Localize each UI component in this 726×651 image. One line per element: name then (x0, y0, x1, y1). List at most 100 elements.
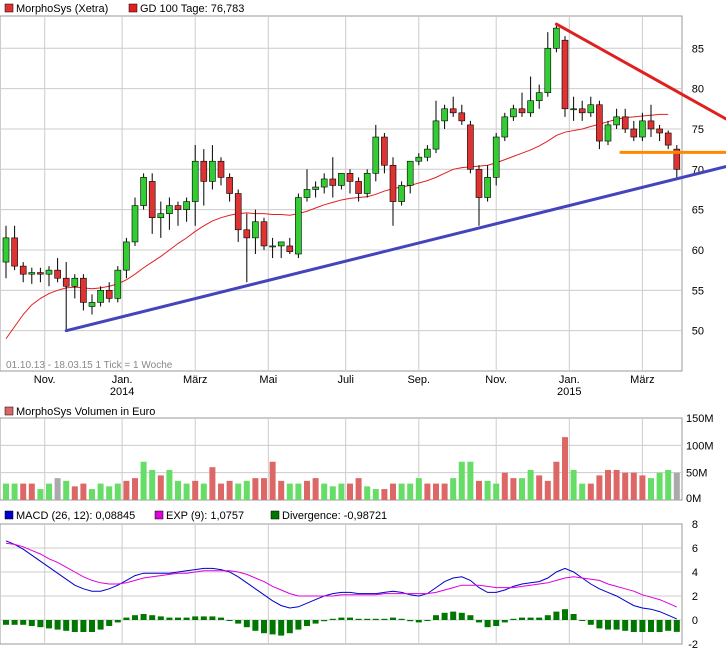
macd-y-tick-label: 8 (692, 519, 698, 531)
divergence-bar (149, 615, 156, 620)
price-x-tick-label: März (183, 374, 207, 386)
volume-bar (381, 489, 388, 500)
divergence-bar (200, 616, 207, 620)
candle-up (441, 108, 448, 122)
divergence-bar (89, 620, 95, 632)
divergence-bar (415, 620, 422, 623)
divergence-bar (639, 620, 646, 632)
candle-down (449, 108, 457, 114)
volume-bar (587, 483, 594, 500)
price-x-tick-label: Nov. (34, 374, 56, 386)
divergence-bar (579, 620, 586, 621)
legend-label-volume: MorphoSys Volumen in Euro (16, 406, 155, 418)
candle-down (19, 265, 27, 275)
candle-up (604, 124, 612, 142)
candle-up (88, 302, 96, 307)
candle-up (28, 272, 36, 275)
candle-up (510, 108, 517, 118)
divergence-bar (665, 620, 672, 631)
divergence-bar (37, 620, 44, 628)
legend-swatch-divergence (270, 510, 280, 520)
volume-plot-area: 0M 50M 100M 150M (0, 413, 714, 505)
divergence-bar (338, 617, 345, 620)
volume-bar (424, 483, 431, 500)
price-x-tick-label: Jan. (559, 374, 580, 386)
volume-bar (415, 478, 422, 500)
divergence-bar (596, 620, 603, 629)
candle-up (183, 201, 190, 210)
candle-down (62, 277, 70, 287)
candle-up (320, 178, 328, 188)
volume-bar (252, 478, 259, 500)
volume-bar (527, 469, 534, 500)
volume-bar (673, 472, 680, 500)
divergence-bar (570, 614, 577, 620)
price-x-tick-label: Juli (337, 374, 354, 386)
candle-up (406, 160, 414, 186)
candle-down (37, 272, 44, 275)
candle-down (226, 177, 233, 194)
volume-bar (433, 483, 439, 500)
price-y-tick-label: 80 (692, 84, 704, 96)
candle-down (578, 108, 586, 114)
divergence-bar (501, 620, 508, 623)
candle-up (209, 160, 216, 182)
price-legend-bar (0, 0, 726, 16)
divergence-bar (28, 620, 35, 626)
divergence-bar (407, 620, 414, 622)
volume-bar (562, 437, 568, 500)
candle-up (312, 186, 319, 190)
volume-bar (71, 486, 78, 500)
volume-bar (493, 483, 500, 500)
candle-down (243, 229, 251, 239)
divergence-bar (54, 620, 61, 630)
candle-up (71, 277, 79, 287)
candle-up (424, 148, 431, 158)
candle-up (2, 237, 10, 263)
divergence-bar (527, 617, 534, 620)
divergence-bar (390, 617, 396, 620)
divergence-bar (493, 620, 500, 626)
price-y-tick-label: 85 (692, 43, 704, 55)
volume-bar (605, 469, 611, 500)
divergence-bar (97, 620, 104, 630)
volume-bar (28, 483, 35, 500)
candle-up (613, 116, 620, 126)
divergence-bar (123, 617, 130, 620)
volume-bar (312, 478, 319, 500)
volume-y-tick-label: 0M (686, 493, 701, 505)
divergence-bar (183, 617, 190, 620)
divergence-bar (71, 620, 78, 632)
candle-up (277, 241, 285, 247)
divergence-bar (467, 615, 474, 620)
candle-up (191, 160, 199, 202)
macd-plot-area: -2 0 2 4 6 8 (0, 519, 698, 651)
divergence-bar (347, 617, 353, 620)
divergence-bar (261, 620, 267, 634)
stock-chart: MorphoSys (Xetra) GD 100 Tage: 76,783 50… (0, 0, 726, 651)
divergence-bar (433, 615, 439, 620)
candle-down (174, 205, 182, 210)
divergence-bar (114, 620, 121, 623)
candle-up (398, 185, 405, 202)
candle-down (458, 112, 466, 122)
divergence-bar (424, 620, 431, 621)
volume-bar (140, 461, 147, 500)
candle-up (114, 269, 122, 299)
legend-label-exp: EXP (9): 1,0757 (166, 510, 244, 522)
divergence-bar (656, 620, 663, 632)
divergence-bar (519, 617, 525, 620)
legend-label-price: MorphoSys (Xetra) (16, 3, 108, 15)
volume-bar (407, 483, 414, 500)
candle-down (217, 160, 225, 178)
volume-bar (398, 483, 405, 500)
candle-up (415, 156, 423, 162)
divergence-bar (613, 620, 620, 630)
divergence-bar (106, 620, 113, 626)
volume-bar (329, 486, 336, 500)
divergence-bar (243, 620, 250, 628)
candle-up (131, 205, 139, 243)
volume-bar (665, 469, 672, 500)
volume-bar (269, 461, 276, 500)
volume-bar (63, 480, 70, 500)
